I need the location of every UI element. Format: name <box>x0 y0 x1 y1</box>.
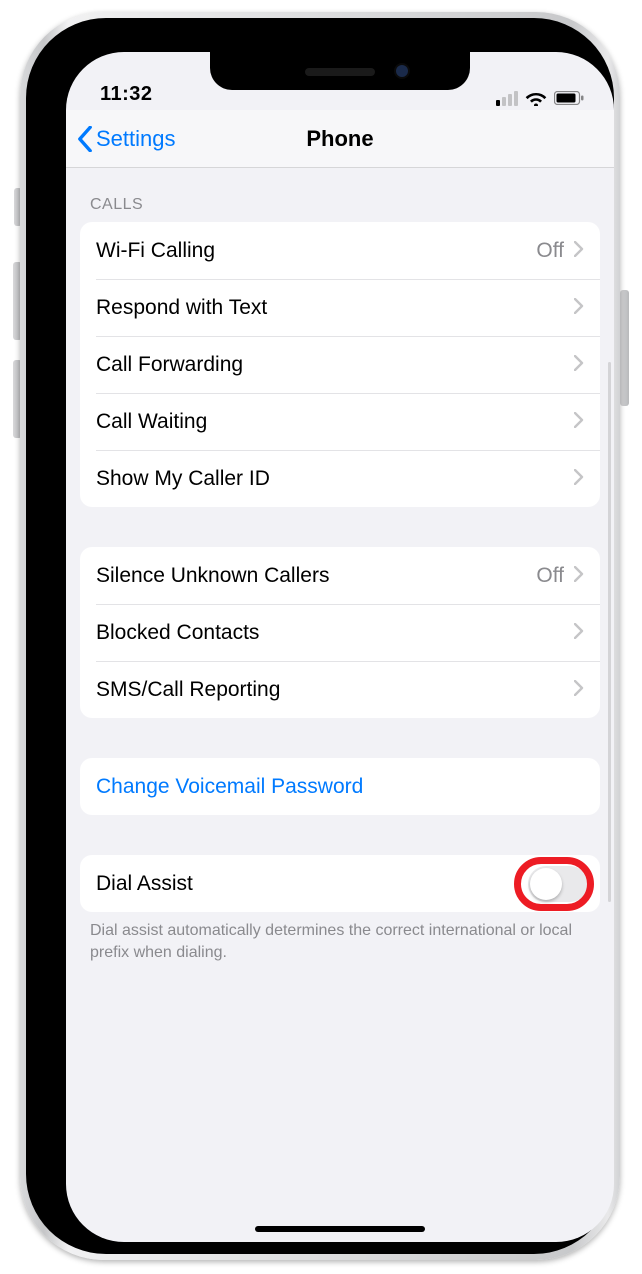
row-label: Silence Unknown Callers <box>96 564 536 588</box>
row-sms-call-reporting[interactable]: SMS/Call Reporting <box>80 661 600 718</box>
settings-content: CALLS Wi-Fi Calling Off Respond with Tex… <box>66 168 614 963</box>
row-label: Wi-Fi Calling <box>96 239 536 263</box>
home-indicator[interactable] <box>255 1226 425 1232</box>
row-label: Blocked Contacts <box>96 621 574 645</box>
chevron-right-icon <box>574 353 584 377</box>
chevron-right-icon <box>574 621 584 645</box>
section-header-calls: CALLS <box>66 168 614 222</box>
row-label: Call Waiting <box>96 410 574 434</box>
group-callers: Silence Unknown Callers Off Blocked Cont… <box>80 547 600 718</box>
battery-icon <box>554 91 584 105</box>
screen: 11:32 Settings Phone CA <box>66 52 614 1242</box>
scroll-indicator <box>608 362 611 902</box>
chevron-right-icon <box>574 296 584 320</box>
row-label: Call Forwarding <box>96 353 574 377</box>
group-dial-assist: Dial Assist <box>80 855 600 912</box>
wifi-icon <box>525 90 547 106</box>
row-label: Respond with Text <box>96 296 574 320</box>
nav-bar: Settings Phone <box>66 110 614 168</box>
group-voicemail: Change Voicemail Password <box>80 758 600 815</box>
row-label: Dial Assist <box>96 872 528 896</box>
notch <box>210 52 470 90</box>
row-value: Off <box>536 239 564 263</box>
chevron-right-icon <box>574 239 584 263</box>
row-silence-unknown-callers[interactable]: Silence Unknown Callers Off <box>80 547 600 604</box>
row-respond-with-text[interactable]: Respond with Text <box>80 279 600 336</box>
row-label: SMS/Call Reporting <box>96 678 574 702</box>
group-calls: Wi-Fi Calling Off Respond with Text Call… <box>80 222 600 507</box>
chevron-right-icon <box>574 564 584 588</box>
row-wifi-calling[interactable]: Wi-Fi Calling Off <box>80 222 600 279</box>
row-label: Change Voicemail Password <box>96 775 584 799</box>
row-show-my-caller-id[interactable]: Show My Caller ID <box>80 450 600 507</box>
toggle-knob <box>530 868 562 900</box>
row-call-waiting[interactable]: Call Waiting <box>80 393 600 450</box>
chevron-right-icon <box>574 678 584 702</box>
back-button[interactable]: Settings <box>66 126 176 152</box>
row-blocked-contacts[interactable]: Blocked Contacts <box>80 604 600 661</box>
device-frame: 11:32 Settings Phone CA <box>20 12 620 1260</box>
chevron-right-icon <box>574 467 584 491</box>
side-button <box>620 290 629 406</box>
row-dial-assist[interactable]: Dial Assist <box>80 855 600 912</box>
row-change-voicemail-password[interactable]: Change Voicemail Password <box>80 758 600 815</box>
status-time: 11:32 <box>100 83 153 106</box>
dial-assist-toggle[interactable] <box>528 866 588 902</box>
row-label: Show My Caller ID <box>96 467 574 491</box>
back-label: Settings <box>96 126 176 152</box>
row-value: Off <box>536 564 564 588</box>
row-call-forwarding[interactable]: Call Forwarding <box>80 336 600 393</box>
section-footer-dial-assist: Dial assist automatically determines the… <box>66 912 614 963</box>
chevron-left-icon <box>76 126 94 152</box>
cellular-icon <box>496 91 518 106</box>
chevron-right-icon <box>574 410 584 434</box>
